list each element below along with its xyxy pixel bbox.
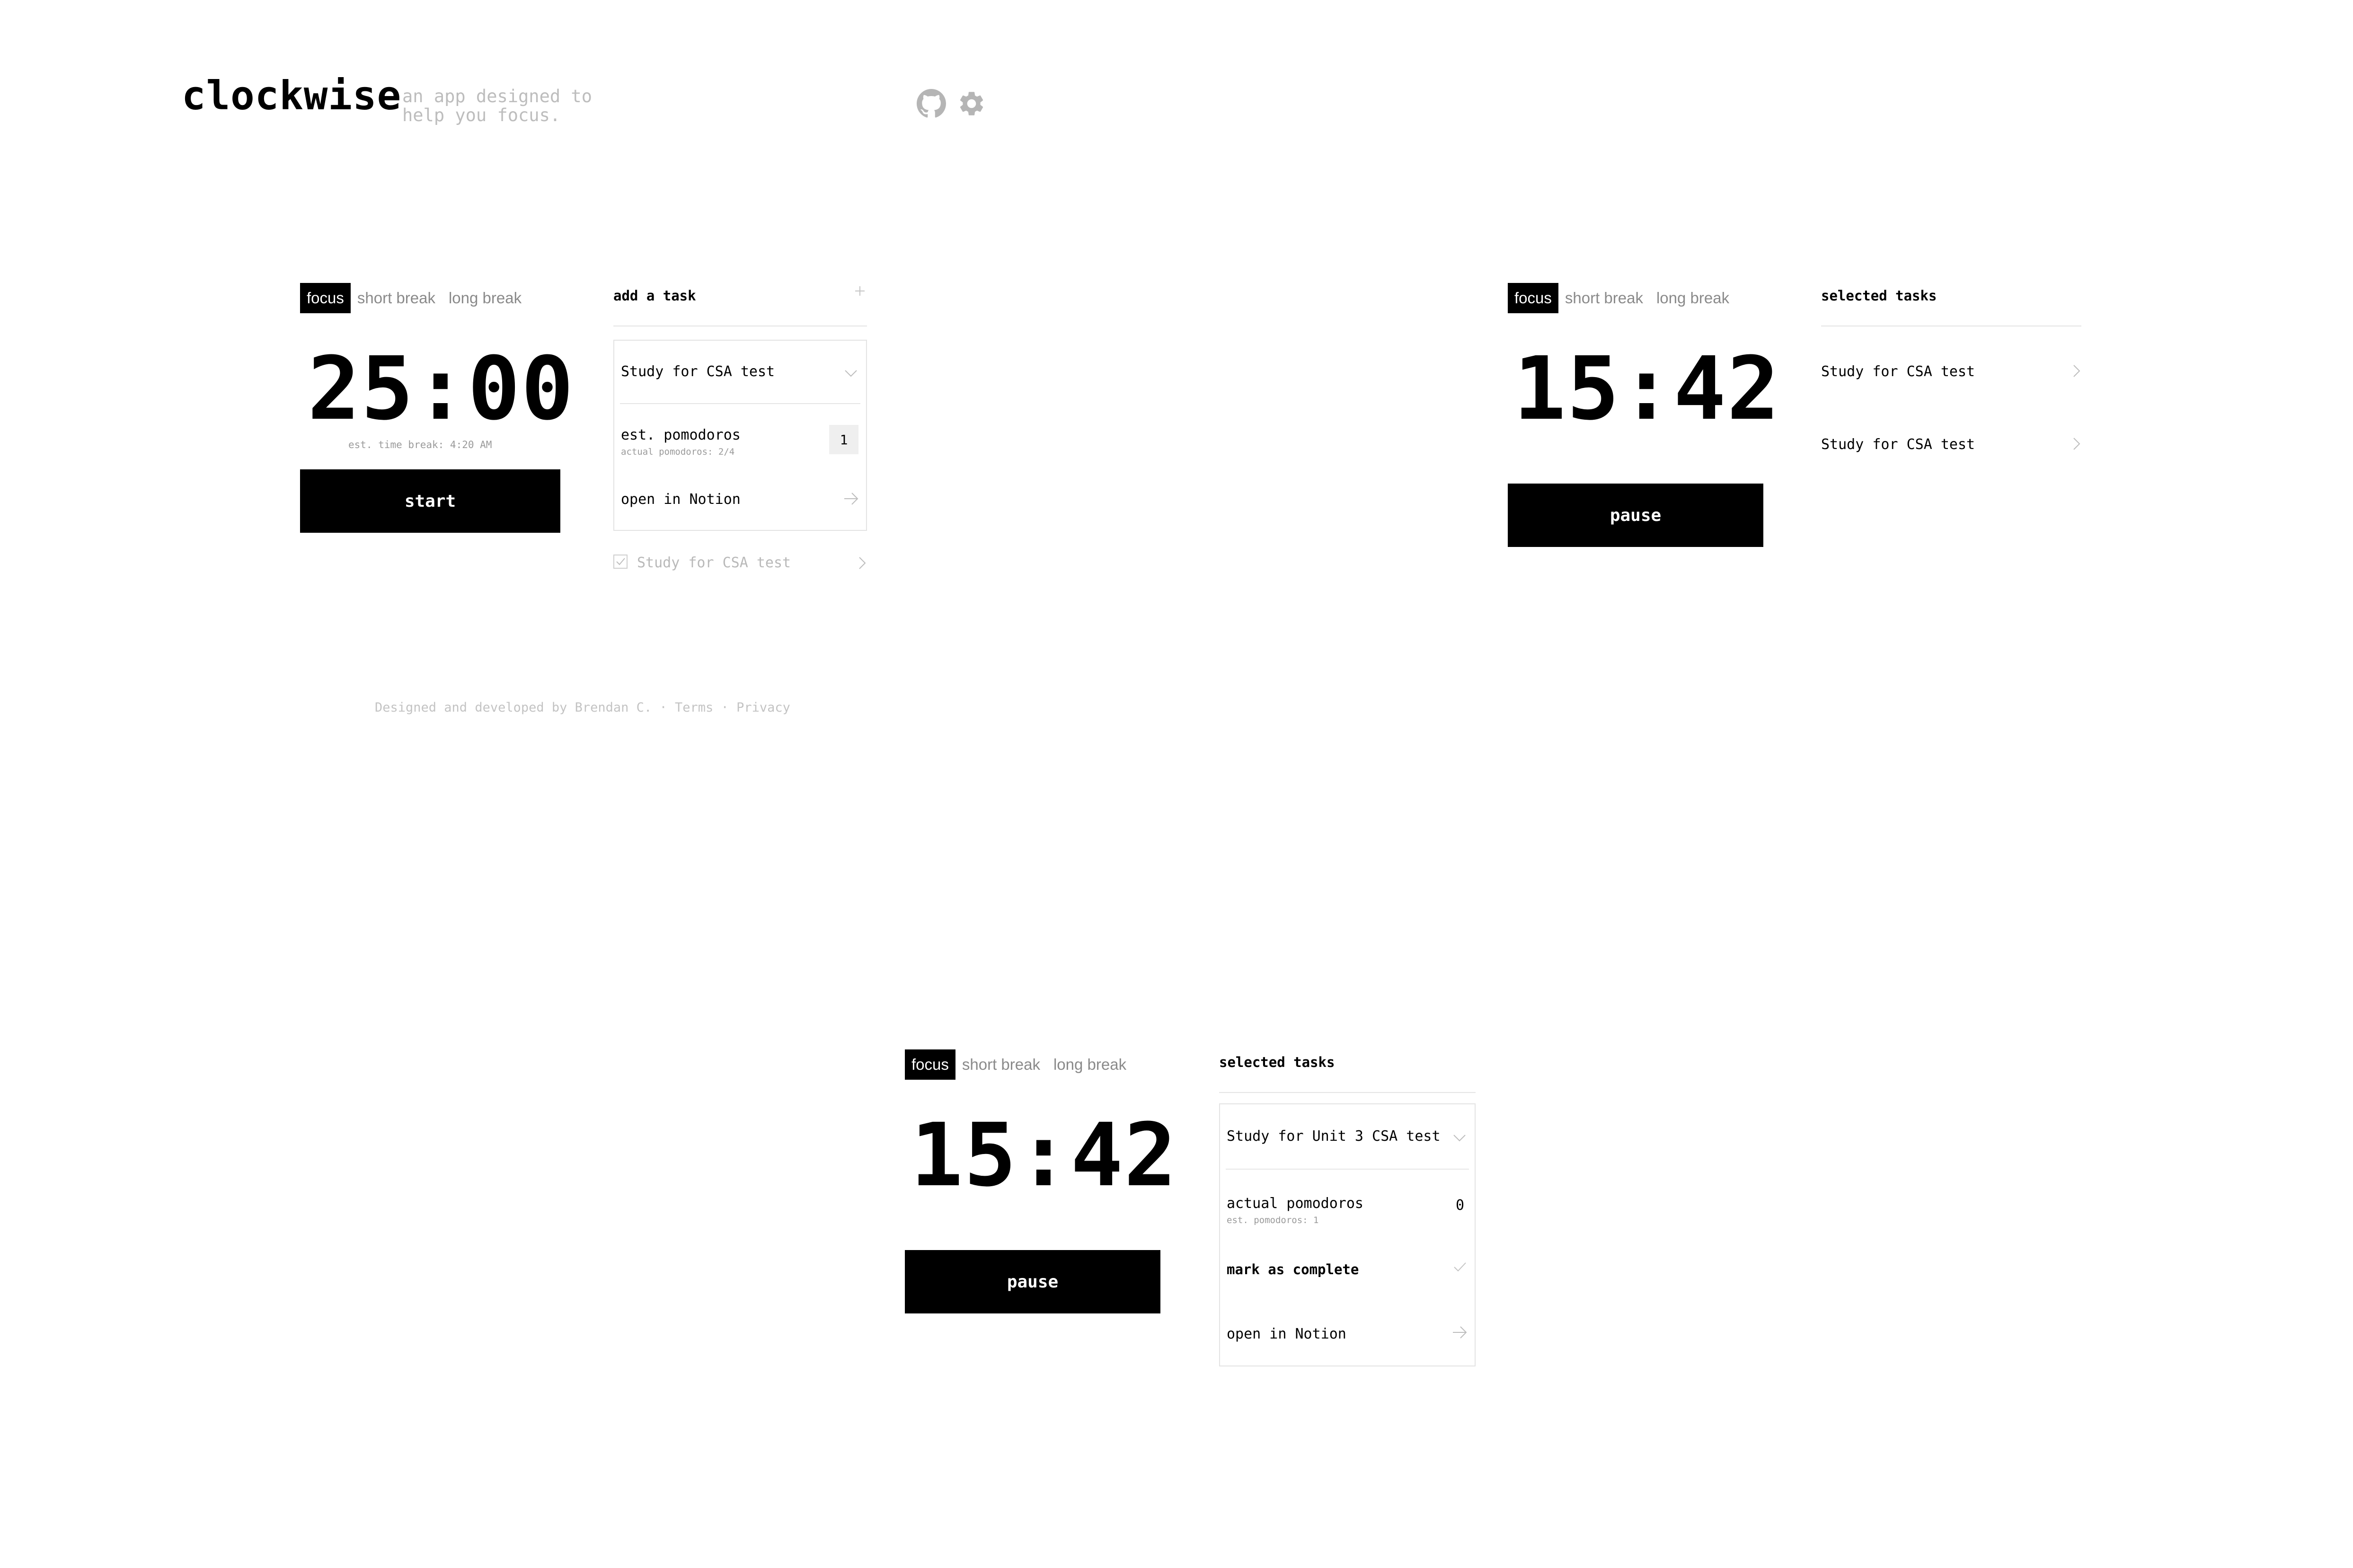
selected-task-item[interactable]: Study for CSA test bbox=[1821, 436, 2081, 457]
est-pomodoros-stepper[interactable]: 1 bbox=[829, 425, 858, 454]
checkbox-checked[interactable] bbox=[613, 555, 628, 569]
task-title: Study for CSA test bbox=[621, 363, 775, 380]
pause-button[interactable]: pause bbox=[905, 1250, 1160, 1313]
task-title: Study for CSA test bbox=[1821, 436, 1975, 453]
footer-sep: · bbox=[721, 700, 729, 715]
mode-tabs: focus short break long break bbox=[300, 283, 528, 313]
tab-short-break[interactable]: short break bbox=[1558, 283, 1650, 313]
pause-button[interactable]: pause bbox=[1508, 484, 1763, 547]
tab-long-break[interactable]: long break bbox=[442, 283, 528, 313]
est-pomodoros-sub: est. pomodoros: 1 bbox=[1227, 1215, 1319, 1225]
actual-pomodoros-row: actual pomodoros est. pomodoros: 1 0 bbox=[1220, 1170, 1475, 1236]
selected-task-item[interactable]: Study for CSA test bbox=[1821, 363, 2081, 384]
completed-task-title: Study for CSA test bbox=[637, 555, 791, 571]
open-in-notion-row[interactable]: open in Notion bbox=[614, 467, 866, 531]
panel-title: selected tasks bbox=[1219, 1054, 1335, 1070]
arrow-right-icon[interactable] bbox=[1451, 1324, 1468, 1345]
selected-tasks-panel: selected tasks Study for CSA test Study … bbox=[1821, 279, 2081, 478]
est-break-time: est. time break: 4:20 AM bbox=[348, 439, 492, 450]
app-tagline: an app designed to help you focus. bbox=[402, 86, 592, 125]
tab-short-break[interactable]: short break bbox=[351, 283, 442, 313]
mode-tabs: focus short break long break bbox=[905, 1049, 1133, 1080]
actual-pomodoros-value[interactable]: 0 bbox=[1456, 1197, 1464, 1214]
chevron-down-icon[interactable] bbox=[1452, 1130, 1467, 1146]
mark-complete-row[interactable]: mark as complete bbox=[1220, 1237, 1475, 1300]
task-card: Study for CSA test est. pomodoros actual… bbox=[613, 340, 867, 531]
gear-icon[interactable] bbox=[957, 89, 986, 118]
footer: Designed and developed by Brendan C. · T… bbox=[375, 700, 790, 715]
open-in-notion-label: open in Notion bbox=[1227, 1326, 1346, 1342]
panel-title: add a task bbox=[613, 288, 696, 304]
open-in-notion-label: open in Notion bbox=[621, 491, 741, 508]
footer-credit: Designed and developed by Brendan C. bbox=[375, 700, 652, 715]
tab-long-break[interactable]: long break bbox=[1650, 283, 1736, 313]
chevron-right-icon[interactable] bbox=[2072, 363, 2081, 380]
panel-title: selected tasks bbox=[1821, 288, 1937, 304]
footer-sep: · bbox=[659, 700, 667, 715]
open-in-notion-row[interactable]: open in Notion bbox=[1220, 1301, 1475, 1366]
chevron-down-icon[interactable] bbox=[843, 365, 858, 382]
tab-focus[interactable]: focus bbox=[300, 283, 351, 313]
plus-icon[interactable] bbox=[853, 284, 867, 298]
tab-focus[interactable]: focus bbox=[1508, 283, 1558, 313]
chevron-right-icon[interactable] bbox=[2072, 436, 2081, 453]
timer-display: 15:42 bbox=[1513, 338, 1780, 440]
app-logo[interactable]: clockwise bbox=[182, 76, 401, 115]
arrow-right-icon[interactable] bbox=[842, 490, 859, 511]
timer-display: 25:00 bbox=[308, 338, 575, 440]
selected-tasks-panel: selected tasks Study for Unit 3 CSA test… bbox=[1219, 1046, 1476, 1367]
actual-pomodoros-label: actual pomodoros bbox=[1227, 1195, 1363, 1212]
completed-task-row[interactable]: Study for CSA test bbox=[613, 554, 867, 574]
est-pomodoros-label: est. pomodoros bbox=[621, 427, 741, 443]
mark-complete-label: mark as complete bbox=[1227, 1261, 1359, 1277]
tab-short-break[interactable]: short break bbox=[955, 1049, 1047, 1080]
task-panel: add a task Study for CSA test est. pomod… bbox=[613, 279, 867, 573]
chevron-right-icon[interactable] bbox=[858, 555, 867, 573]
check-icon[interactable] bbox=[1453, 1260, 1467, 1277]
task-title-row[interactable]: Study for Unit 3 CSA test bbox=[1226, 1104, 1469, 1170]
task-title: Study for Unit 3 CSA test bbox=[1227, 1128, 1441, 1145]
est-pomodoros-row: est. pomodoros actual pomodoros: 2/4 1 bbox=[614, 404, 866, 466]
tab-focus[interactable]: focus bbox=[905, 1049, 955, 1080]
mode-tabs: focus short break long break bbox=[1508, 283, 1736, 313]
github-icon[interactable] bbox=[917, 89, 946, 118]
privacy-link[interactable]: Privacy bbox=[736, 700, 790, 715]
task-title: Study for CSA test bbox=[1821, 363, 1975, 380]
terms-link[interactable]: Terms bbox=[675, 700, 713, 715]
divider bbox=[1219, 1092, 1476, 1093]
actual-pomodoros-sub: actual pomodoros: 2/4 bbox=[621, 447, 735, 457]
timer-display: 15:42 bbox=[911, 1105, 1177, 1206]
start-button[interactable]: start bbox=[300, 469, 560, 533]
task-card: Study for Unit 3 CSA test actual pomodor… bbox=[1219, 1103, 1476, 1366]
task-title-row[interactable]: Study for CSA test bbox=[620, 341, 860, 404]
tab-long-break[interactable]: long break bbox=[1047, 1049, 1133, 1080]
